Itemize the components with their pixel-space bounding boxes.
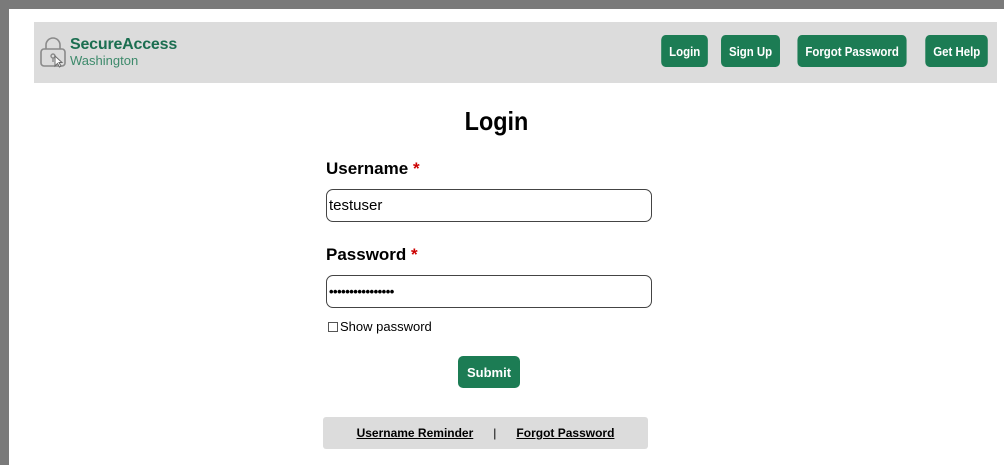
username-input[interactable]: testuser (326, 189, 652, 222)
password-input[interactable]: •••••••••••••••• (326, 275, 652, 308)
link-separator: | (493, 426, 497, 440)
password-label-text: Password (326, 245, 407, 264)
nav-signup-button[interactable]: Sign Up (721, 35, 781, 67)
username-label-text: Username (326, 159, 409, 178)
password-label: Password * (326, 245, 418, 265)
password-value: •••••••••••••••• (329, 284, 394, 299)
logo-title: SecureAccess (70, 36, 178, 53)
logo-subtitle: Washington (70, 53, 139, 68)
header-bar: SecureAccess Washington Login Sign Up Fo… (34, 22, 997, 83)
forgot-password-link[interactable]: Forgot Password (516, 426, 614, 440)
username-label: Username * (326, 159, 420, 179)
show-password-checkbox[interactable] (328, 321, 338, 332)
username-value: testuser (329, 197, 383, 214)
required-marker: * (412, 159, 420, 178)
secureaccess-logo[interactable]: SecureAccess Washington (38, 36, 177, 68)
required-marker: * (411, 245, 418, 264)
page-title: Login (464, 106, 529, 136)
show-password-label: Show password (340, 319, 432, 334)
top-nav: Login Sign Up Forgot Password Get Help (658, 35, 992, 67)
nav-login-button[interactable]: Login (661, 35, 709, 67)
padlock-cursor-icon (40, 37, 66, 68)
username-reminder-link[interactable]: Username Reminder (357, 426, 474, 440)
show-password-toggle[interactable]: Show password (328, 319, 432, 334)
help-links-bar: Username Reminder | Forgot Password (323, 417, 648, 449)
nav-get-help-button[interactable]: Get Help (924, 35, 988, 67)
nav-forgot-password-button[interactable]: Forgot Password (797, 35, 908, 67)
login-page: SecureAccess Washington Login Sign Up Fo… (9, 9, 1004, 465)
submit-button[interactable]: Submit (458, 356, 521, 388)
